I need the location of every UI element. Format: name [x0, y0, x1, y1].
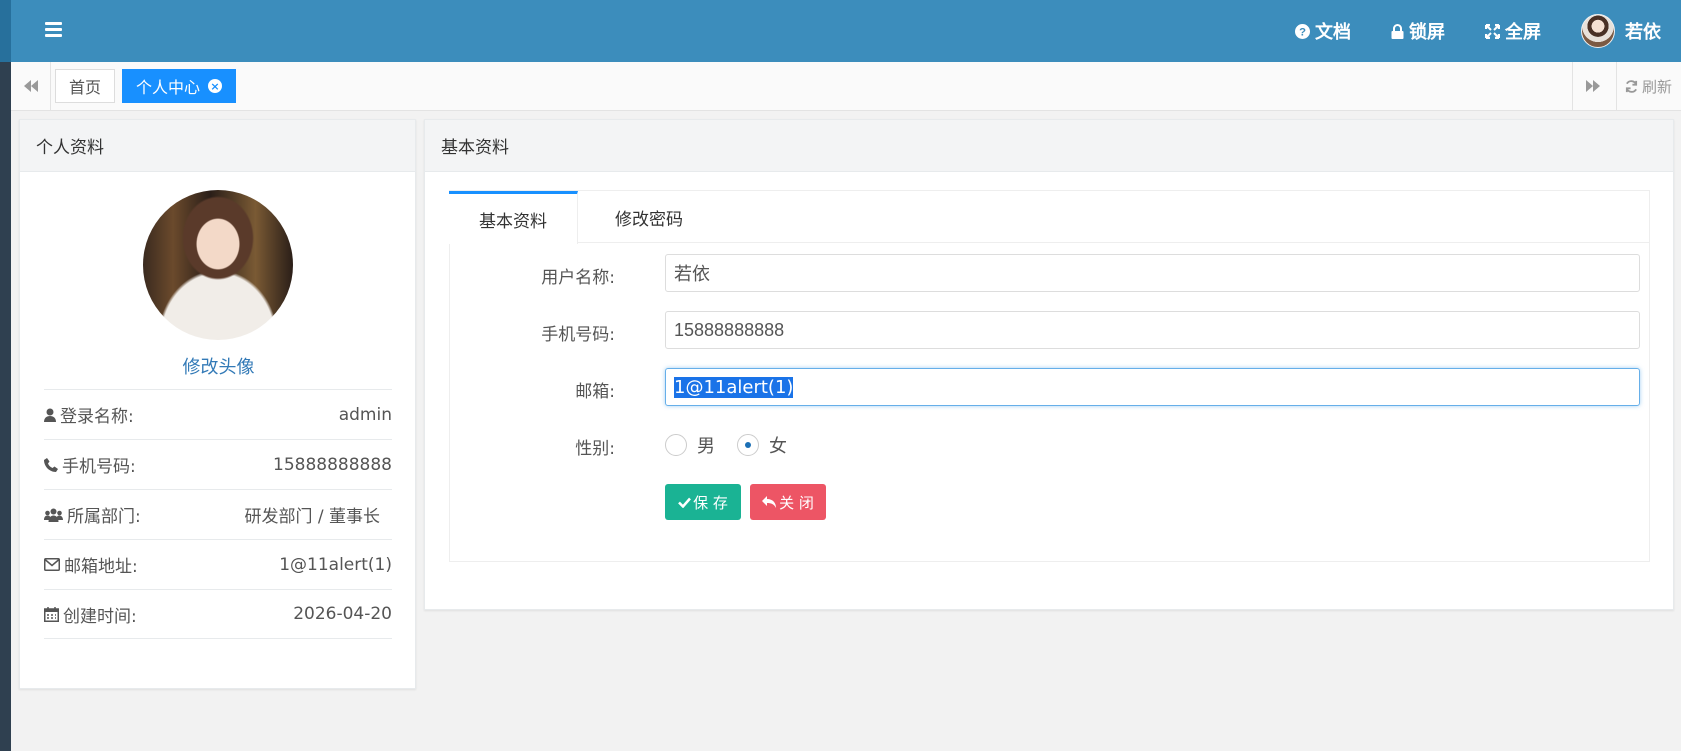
tab-home[interactable]: 首页	[55, 69, 116, 103]
question-circle-icon: ?	[1295, 23, 1310, 39]
docs-label: 文档	[1315, 22, 1351, 43]
gender-label: 性别:	[575, 439, 615, 459]
username-label: 用户名称:	[541, 268, 615, 288]
sidebar-edge	[0, 0, 11, 751]
basic-info-panel-title: 基本资料	[441, 138, 509, 158]
email-field-selected-text: 1@11alert(1)	[674, 376, 794, 398]
double-chevron-right-icon	[1585, 80, 1600, 92]
user-menu[interactable]: 若依	[1581, 14, 1661, 48]
refresh-label: 刷新	[1642, 77, 1673, 96]
menu-toggle-icon[interactable]	[45, 22, 62, 38]
tab-personal-center-label: 个人中心	[136, 78, 201, 97]
fullscreen-link[interactable]: 全屏	[1485, 18, 1541, 44]
gender-female-radio[interactable]	[737, 434, 759, 456]
phone-value: 15888888888	[273, 454, 392, 475]
list-item: 手机号码: 15888888888	[44, 439, 392, 489]
login-name-label: 登录名称:	[60, 407, 134, 427]
username-row: 用户名称:	[450, 254, 1650, 294]
username-field[interactable]	[665, 254, 1640, 292]
tab-personal-center[interactable]: 个人中心 ×	[122, 69, 237, 103]
email-field[interactable]: 1@11alert(1)	[665, 368, 1640, 406]
top-navbar: ? 文档 锁屏 全屏 若依	[11, 0, 1681, 62]
phone-field[interactable]	[665, 311, 1640, 349]
gender-female-label[interactable]: 女	[769, 432, 787, 458]
svg-text:?: ?	[1299, 26, 1306, 38]
gender-row: 性别: 男 女	[450, 428, 1650, 468]
avatar	[1581, 14, 1615, 48]
users-icon	[44, 508, 63, 522]
lock-screen-label: 锁屏	[1409, 22, 1445, 43]
phone-row: 手机号码:	[450, 311, 1650, 351]
department-value: 研发部门 / 董事长	[244, 507, 380, 527]
gender-male-label[interactable]: 男	[697, 432, 715, 458]
list-item: 邮箱地址: 1@11alert(1)	[44, 539, 392, 589]
tabs-scroll-left-button[interactable]	[11, 62, 51, 110]
created-time-value: 2026-04-20	[293, 604, 392, 624]
profile-panel: 个人资料 修改头像 登录名称: admin 手机号码: 15888888888 …	[19, 119, 416, 689]
basic-info-tabs: 基本资料 修改密码 用户名称: 手机号码: 邮箱: 1@11alert(1) 性…	[449, 190, 1650, 562]
double-chevron-left-icon	[23, 80, 38, 92]
form-actions: 保 存 关 闭	[450, 484, 1650, 524]
fullscreen-icon	[1485, 23, 1500, 39]
profile-panel-title: 个人资料	[36, 138, 104, 158]
phone-icon	[44, 457, 58, 472]
fullscreen-label: 全屏	[1505, 22, 1541, 43]
tab-change-password[interactable]: 修改密码	[594, 191, 704, 243]
tab-home-label: 首页	[69, 78, 102, 97]
department-label: 所属部门:	[67, 507, 141, 527]
check-icon	[678, 497, 692, 508]
profile-avatar[interactable]	[143, 190, 293, 340]
calendar-icon	[44, 606, 59, 622]
user-icon	[44, 408, 56, 422]
phone-label: 手机号码:	[62, 457, 136, 477]
docs-link[interactable]: ? 文档	[1295, 18, 1351, 44]
save-button-label: 保 存	[693, 493, 728, 512]
close-tab-icon[interactable]: ×	[208, 79, 223, 93]
page-tabs-bar: 首页 个人中心 × 刷新	[11, 62, 1681, 111]
top-nav-menu: ? 文档 锁屏 全屏 若依	[1295, 0, 1681, 62]
profile-info-list: 登录名称: admin 手机号码: 15888888888 所属部门: 研发部门…	[44, 389, 392, 639]
lock-icon	[1391, 23, 1404, 39]
list-item: 创建时间: 2026-04-20	[44, 589, 392, 639]
gender-radio-group: 男 女	[665, 432, 809, 458]
email-label: 邮箱地址:	[64, 557, 138, 577]
lock-screen-link[interactable]: 锁屏	[1391, 18, 1445, 44]
login-name-value: admin	[338, 404, 392, 425]
user-name: 若依	[1625, 22, 1661, 43]
refresh-button[interactable]: 刷新	[1616, 62, 1681, 110]
list-item: 所属部门: 研发部门 / 董事长	[44, 489, 392, 539]
created-time-label: 创建时间:	[63, 606, 137, 627]
envelope-icon	[44, 558, 60, 571]
close-button-label: 关 闭	[779, 493, 814, 512]
list-item: 登录名称: admin	[44, 389, 392, 439]
email-value: 1@11alert(1)	[279, 554, 392, 575]
phone-field-label: 手机号码:	[541, 325, 615, 345]
basic-info-panel: 基本资料 基本资料 修改密码 用户名称: 手机号码: 邮箱: 1@11alert…	[424, 119, 1674, 610]
reply-all-icon	[762, 496, 777, 508]
close-button[interactable]: 关 闭	[750, 484, 826, 520]
email-field-label: 邮箱:	[575, 382, 615, 402]
tabs-scroll-right-button[interactable]	[1572, 62, 1612, 110]
refresh-icon	[1625, 79, 1638, 93]
gender-male-radio[interactable]	[665, 434, 687, 456]
save-button[interactable]: 保 存	[665, 484, 741, 520]
email-row: 邮箱: 1@11alert(1)	[450, 368, 1650, 408]
tab-basic-info[interactable]: 基本资料	[449, 191, 578, 244]
change-avatar-link[interactable]: 修改头像	[20, 353, 417, 379]
